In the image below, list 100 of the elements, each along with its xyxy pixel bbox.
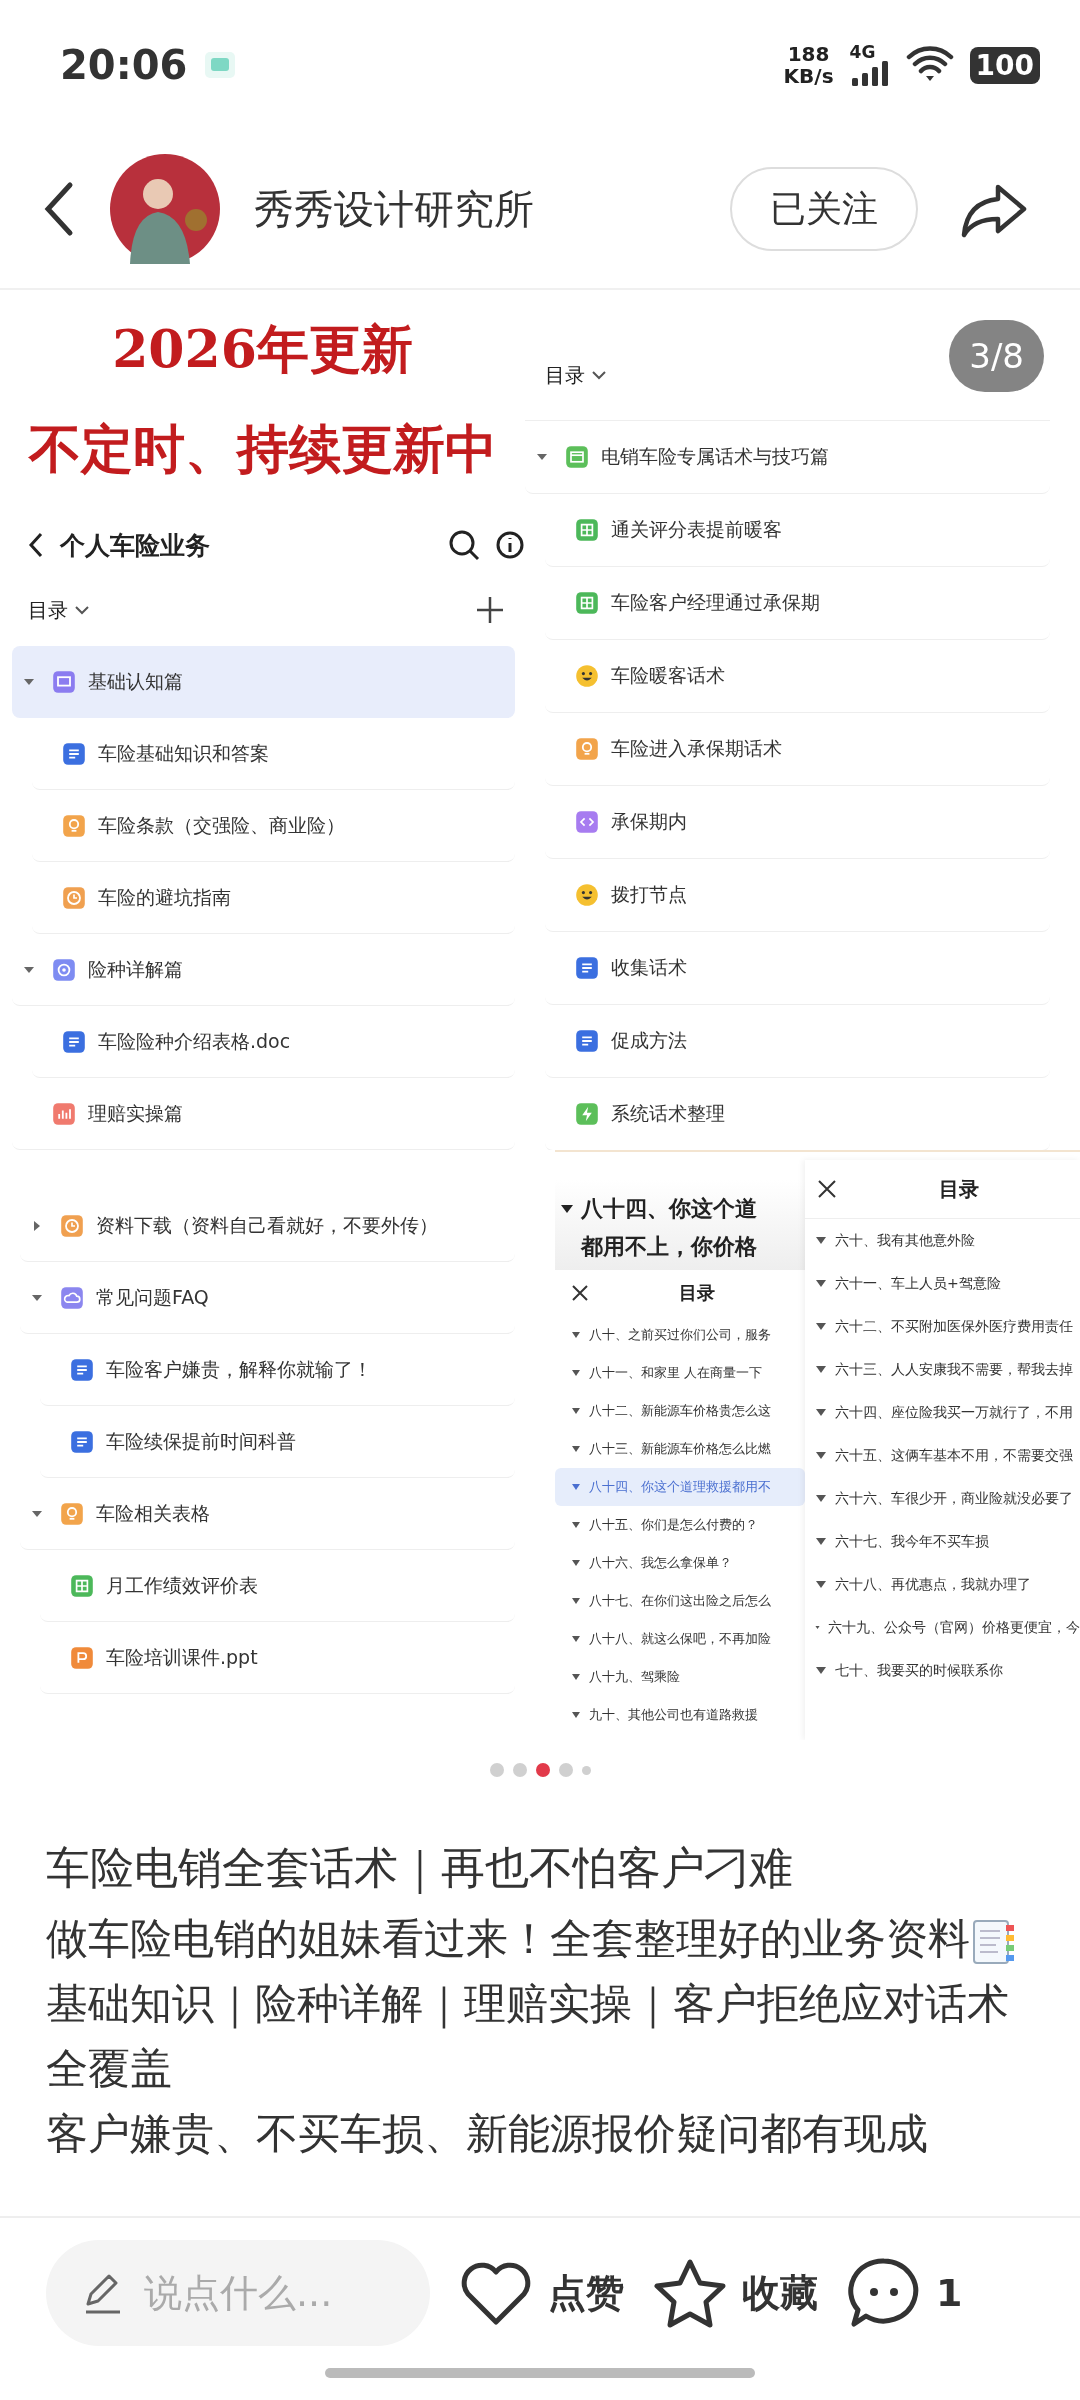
tree-item[interactable]: 通关评分表提前暖客 — [545, 494, 1050, 567]
caret-icon — [815, 1365, 827, 1374]
caret-icon — [571, 1711, 581, 1719]
outline-entry: 八十一、和家里 人在商量一下 — [555, 1354, 805, 1392]
caret-icon — [559, 1203, 575, 1215]
calendar-icon — [565, 445, 589, 469]
like-button[interactable]: 点赞 — [458, 2258, 624, 2328]
bulb-icon — [575, 737, 599, 761]
toc-label: 目录 — [545, 361, 585, 389]
post-text: 基础知识｜险种详解｜理赔实操｜客户拒绝应对话术全覆盖 — [46, 1979, 1009, 2093]
tree-item[interactable]: 基础认知篇 — [12, 646, 515, 718]
outline-entry: 八十八、就这么保吧，不再加险 — [555, 1620, 805, 1658]
collect-button[interactable]: 收藏 — [652, 2257, 818, 2329]
banner-text: 不定时、持续更新中 — [28, 417, 497, 481]
caret-icon — [571, 1635, 581, 1643]
dialog-title: 目录 — [939, 1175, 979, 1203]
avatar[interactable] — [110, 154, 220, 264]
tree-item[interactable]: 理赔实操篇 — [12, 1078, 515, 1150]
tree-item[interactable]: 促成方法 — [545, 1005, 1050, 1078]
caret-icon — [571, 1597, 581, 1605]
table-icon — [575, 518, 599, 542]
tree-item[interactable]: 车险续保提前时间科普 — [40, 1406, 515, 1478]
outline-entry: 八十五、你们是怎么付费的？ — [555, 1506, 805, 1544]
outline-entry: 九十、其他公司也有道路救援 — [555, 1696, 805, 1734]
clock-icon — [62, 885, 86, 910]
document-icon — [62, 741, 86, 766]
tree-item[interactable]: 资料下载（资料自己看就好，不要外传） — [20, 1190, 515, 1262]
code-icon — [575, 810, 599, 834]
tree-item[interactable]: 车险险种介绍表格.doc — [32, 1006, 515, 1078]
caret-icon — [815, 1537, 827, 1546]
tree-item[interactable]: 承保期内 — [545, 786, 1050, 859]
page-dot[interactable] — [489, 1763, 504, 1777]
chevron-down-icon — [591, 369, 607, 381]
caret-icon — [571, 1483, 581, 1491]
tree-item[interactable]: 车险暖客话术 — [545, 640, 1050, 713]
caret-icon — [815, 1408, 827, 1417]
tree-item[interactable]: 月工作绩效评价表 — [40, 1550, 515, 1622]
outline-entry: 六十一、车上人员+驾意险 — [805, 1262, 1080, 1305]
network-speed: 188 — [787, 43, 830, 65]
page-dot[interactable] — [512, 1763, 527, 1777]
tree-item[interactable]: 车险客户经理通过承保期 — [545, 567, 1050, 640]
caret-icon — [571, 1331, 581, 1339]
outline-entry: 六十八、再优惠点，我就办理了 — [805, 1563, 1080, 1606]
tree-item[interactable]: 车险客户嫌贵，解释你就输了！ — [40, 1334, 515, 1406]
caret-icon — [815, 1580, 827, 1589]
page-dot[interactable] — [558, 1763, 573, 1777]
tree-item[interactable]: 车险相关表格 — [20, 1478, 515, 1550]
comment-button[interactable]: 1 — [846, 2256, 963, 2330]
tree-item[interactable]: 险种详解篇 — [12, 934, 515, 1006]
monitor-icon — [52, 669, 76, 694]
clock-icon — [60, 1213, 84, 1238]
document-title: 个人车险业务 — [60, 529, 210, 562]
slides-icon — [70, 1645, 94, 1670]
tree-item[interactable]: 常见问题FAQ — [20, 1262, 515, 1334]
caret-icon — [571, 1559, 581, 1567]
cloud-icon — [60, 1285, 84, 1310]
caret-icon — [815, 1279, 827, 1288]
caret-icon — [571, 1445, 581, 1453]
outline-entry: 八十九、驾乘险 — [555, 1658, 805, 1696]
smiley-icon — [575, 883, 599, 907]
caret-icon — [815, 1322, 827, 1331]
page-dot[interactable] — [535, 1763, 550, 1777]
caret-icon — [571, 1521, 581, 1529]
post-text: 客户嫌贵、不买车损、新能源报价疑问都有现成 — [46, 2109, 928, 2158]
caret-icon — [815, 1451, 827, 1460]
post-text: 做车险电销的姐妹看过来！全套整理好的业务资料 — [46, 1914, 970, 1963]
info-icon — [495, 530, 525, 560]
network-type: 4G — [849, 43, 876, 61]
speed-unit: KB/s — [783, 65, 834, 87]
gear-icon — [52, 957, 76, 982]
outline-entry: 八十四、你这个道理救援都用不 — [555, 1468, 805, 1506]
add-icon — [475, 595, 505, 625]
dialog-title: 目录 — [679, 1281, 715, 1305]
tree-item[interactable]: 拨打节点 — [545, 859, 1050, 932]
document-icon — [575, 1029, 599, 1053]
document-icon — [70, 1429, 94, 1454]
heading-text: 八十四、你这个道 — [581, 1195, 757, 1223]
outline-entry: 六十五、这俩车基本不用，不需要交强 — [805, 1434, 1080, 1477]
follow-button[interactable]: 已关注 — [730, 167, 918, 251]
table-icon — [575, 591, 599, 615]
tree-item[interactable]: 车险基础知识和答案 — [32, 718, 515, 790]
outline-entry: 七十、我要买的时候联系你 — [805, 1649, 1080, 1692]
tree-item[interactable]: 电销车险专属话术与技巧篇 — [525, 421, 1050, 494]
author-name[interactable]: 秀秀设计研究所 — [254, 181, 534, 237]
chevron-down-icon — [74, 604, 90, 616]
document-icon — [575, 956, 599, 980]
caret-icon — [815, 1623, 820, 1632]
outline-entry: 六十六、车很少开，商业险就没必要了 — [805, 1477, 1080, 1520]
post-title: 车险电销全套话术｜再也不怕客户刁难 — [46, 1841, 794, 1896]
page-dot[interactable] — [581, 1765, 591, 1775]
tree-item[interactable]: 收集话术 — [545, 932, 1050, 1005]
tree-item[interactable]: 车险培训课件.ppt — [40, 1622, 515, 1694]
caret-icon — [571, 1407, 581, 1415]
table-icon — [70, 1573, 94, 1598]
toc-label: 目录 — [28, 596, 68, 624]
tree-item[interactable]: 车险进入承保期话术 — [545, 713, 1050, 786]
bulb-icon — [62, 813, 86, 838]
tree-item[interactable]: 系统话术整理 — [545, 1078, 1050, 1150]
tree-item[interactable]: 车险的避坑指南 — [32, 862, 515, 934]
tree-item[interactable]: 车险条款（交强险、商业险） — [32, 790, 515, 862]
